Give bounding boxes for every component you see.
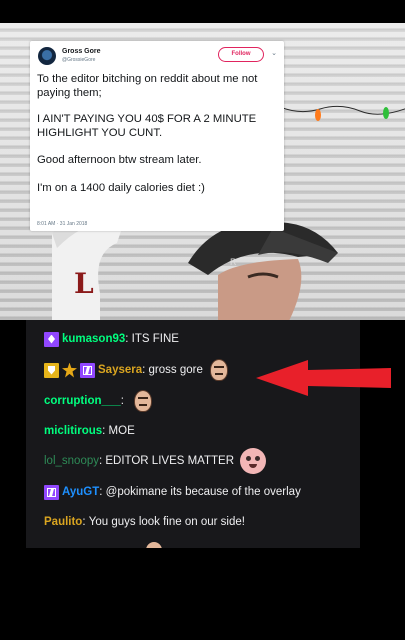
partial-emote-icon	[146, 542, 162, 548]
chat-text: ITS FINE	[131, 333, 179, 345]
stream-video: L R Gross Gore @GrossieGore Follow ⌄ To …	[0, 23, 405, 320]
chevron-down-icon[interactable]: ⌄	[271, 49, 277, 57]
chat-message: miclitirous: MOE	[44, 421, 135, 441]
chat-panel: kumason93: ITS FINE Saysera: gross gore …	[26, 320, 360, 548]
prime-badge-icon[interactable]	[44, 484, 59, 500]
face-emote-icon	[207, 357, 231, 383]
star-badge-icon[interactable]	[62, 363, 77, 378]
shield-badge-icon[interactable]	[44, 362, 59, 378]
red-arrow-icon	[256, 360, 391, 396]
tweet-text-line: I AIN'T PAYING YOU 40$ FOR A 2 MINUTE	[37, 113, 257, 125]
tweet-timestamp: 8:01 AM · 31 Jan 2018	[37, 221, 88, 227]
chat-message: Paulito: You guys look fine on our side!	[44, 512, 245, 532]
chat-message: kumason93: ITS FINE	[44, 329, 179, 349]
tweet-author-name: Gross Gore	[62, 48, 101, 55]
tweet-text-line: HIGHLIGHT YOU CUNT.	[37, 127, 163, 139]
tweet-text-line: paying them;	[37, 87, 102, 99]
subscriber-badge-icon[interactable]	[44, 331, 59, 347]
chat-username[interactable]: kumason93	[62, 333, 125, 345]
chat-message: AyuGT: @pokimane its because of the over…	[44, 482, 301, 502]
stocking-letter: L	[74, 267, 94, 300]
christmas-lights	[280, 105, 405, 121]
top-black-bar	[0, 0, 405, 23]
chat-username[interactable]: AyuGT	[62, 486, 99, 498]
chat-text: You guys look fine on our side!	[88, 516, 245, 528]
tweet-card: Gross Gore @GrossieGore Follow ⌄ To the …	[30, 41, 284, 231]
tweet-text-line: Good afternoon btw stream later.	[37, 154, 202, 166]
tweet-avatar	[38, 47, 56, 65]
chat-username[interactable]: miclitirous	[44, 425, 102, 437]
chat-message: corruption___:	[44, 388, 155, 414]
svg-text:R: R	[230, 257, 237, 267]
tweet-text-line: To the editor bitching on reddit about m…	[37, 73, 258, 85]
chat-message: Saysera: gross gore	[44, 357, 231, 383]
chat-text: MOE	[108, 425, 135, 437]
cry-emote-icon	[240, 448, 267, 474]
chat-text: EDITOR LIVES MATTER	[105, 455, 235, 467]
prime-badge-icon[interactable]	[80, 362, 95, 378]
chat-username[interactable]: Paulito	[44, 516, 82, 528]
chat-text: gross gore	[148, 364, 203, 376]
follow-button[interactable]: Follow	[218, 47, 264, 62]
chat-text: @pokimane its because of the overlay	[105, 486, 301, 498]
chat-username[interactable]: lol_snoopy	[44, 455, 99, 467]
tweet-author-handle: @GrossieGore	[62, 57, 96, 63]
chat-username[interactable]: corruption___	[44, 395, 121, 407]
chat-message: lol_snoopy: EDITOR LIVES MATTER	[44, 448, 267, 474]
face-emote-icon	[131, 388, 155, 414]
chat-separator: :	[120, 395, 128, 407]
chat-username[interactable]: Saysera	[98, 364, 142, 376]
tweet-text-line: I'm on a 1400 daily calories diet :)	[37, 182, 205, 194]
